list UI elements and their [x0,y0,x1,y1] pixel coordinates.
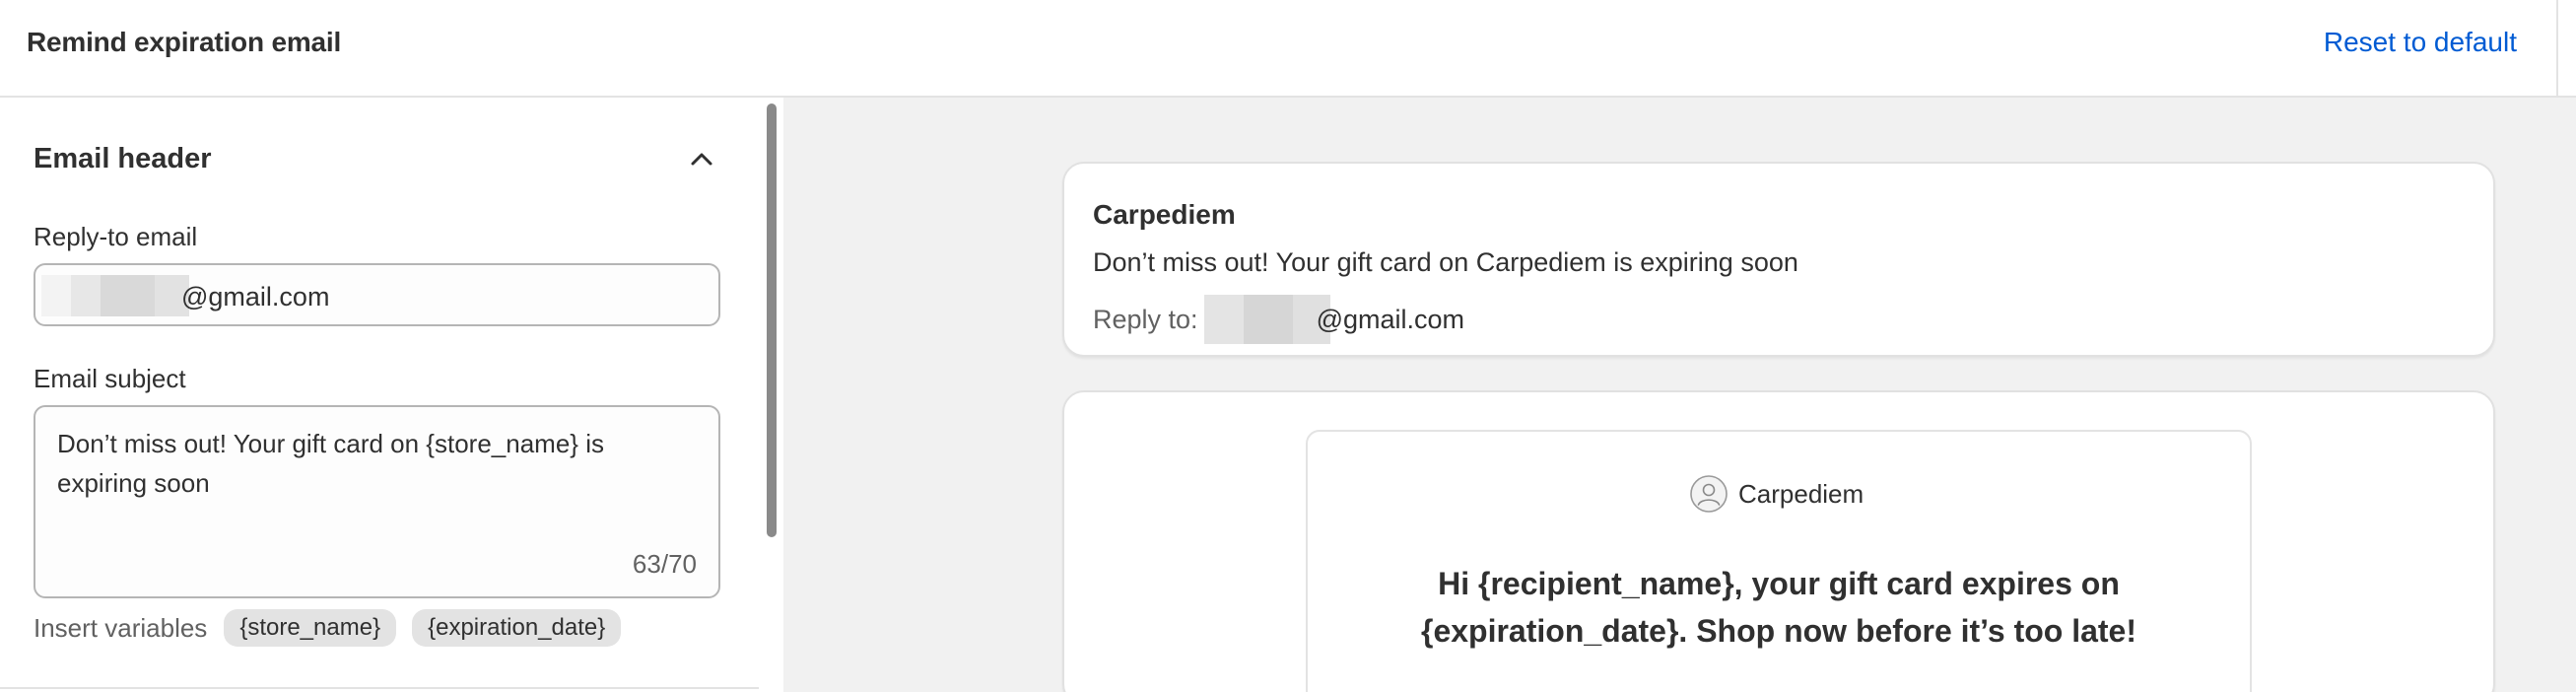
email-header-section-title: Email header [34,143,212,174]
top-bar-edge-divider [2556,0,2558,98]
preview-reply-to-email: @gmail.com [1316,304,1465,334]
reply-to-email-input[interactable]: @gmail.com [34,263,720,326]
reply-to-email-label: Reply-to email [34,222,198,251]
editor-panel [0,98,783,692]
reset-to-default-link[interactable]: Reset to default [2324,27,2517,58]
email-brand-header: Carpediem [1689,474,1864,514]
email-header-preview-card: Carpediem Don’t miss out! Your gift card… [1062,162,2495,357]
email-headline: Hi {recipient_name}, your gift card expi… [1420,566,2136,649]
email-subject-label: Email subject [34,364,186,393]
preview-subject-line: Don’t miss out! Your gift card on Carped… [1093,247,1798,277]
insert-variables-label: Insert variables [34,612,208,643]
collapse-section-button[interactable] [684,141,719,176]
preview-sender-name: Carpediem [1093,199,1236,230]
variable-chip-expiration-date[interactable]: {expiration_date} [412,609,622,647]
email-subject-textarea[interactable]: Don’t miss out! Your gift card on {store… [34,405,720,598]
redacted-email-blur [1203,295,1330,344]
reply-to-email-value: @gmail.com [181,282,330,311]
top-bar: Remind expiration email Reset to default [0,0,2576,98]
character-counter: 63/70 [632,549,697,579]
chevron-up-icon [691,153,712,166]
email-brand-name: Carpediem [1738,478,1864,509]
section-divider [0,687,759,689]
insert-variables-row: Insert variables {store_name} {expiratio… [34,608,637,648]
preview-reply-to: Reply to: @gmail.com [1093,295,1464,344]
editor-scrollbar[interactable] [767,104,777,537]
variable-chip-store-name[interactable]: {store_name} [224,609,397,647]
user-circle-icon [1690,475,1728,513]
preview-reply-to-label: Reply to: [1093,304,1198,334]
email-subject-value: Don’t miss out! Your gift card on {store… [57,429,604,498]
page-title: Remind expiration email [27,27,342,57]
